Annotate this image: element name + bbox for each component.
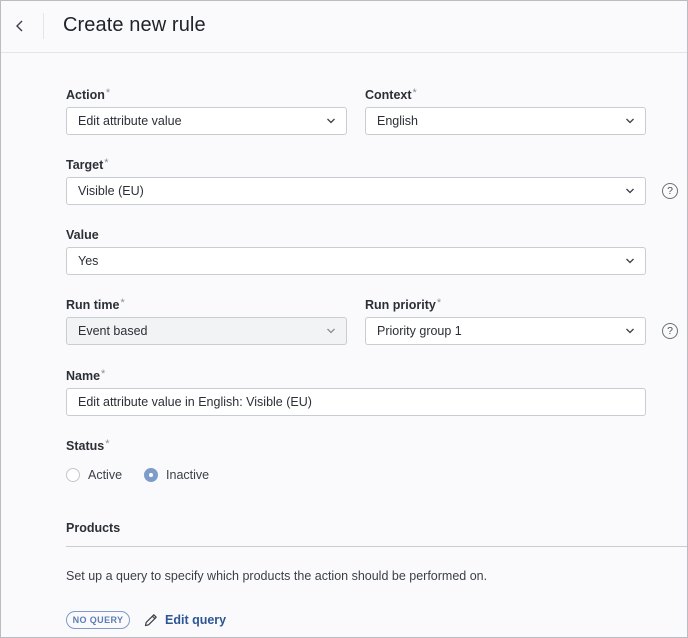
- chevron-down-icon: [626, 328, 634, 334]
- context-select-value: English: [377, 114, 418, 128]
- products-section-title: Products: [66, 521, 121, 535]
- page-header: Create new rule: [1, 1, 687, 53]
- edit-query-label: Edit query: [165, 613, 227, 627]
- header-divider: [43, 13, 44, 39]
- value-select[interactable]: Yes: [66, 247, 646, 275]
- chevron-down-icon: [626, 188, 634, 194]
- query-status-badge: NO QUERY: [66, 611, 130, 629]
- status-radio-group: Active Inactive: [66, 466, 231, 484]
- name-input-value: Edit attribute value in English: Visible…: [78, 395, 312, 409]
- radio-unchecked-icon: [66, 468, 80, 482]
- status-active-radio[interactable]: Active: [66, 468, 122, 482]
- page-title: Create new rule: [63, 14, 206, 36]
- status-inactive-radio[interactable]: Inactive: [144, 468, 209, 482]
- action-select[interactable]: Edit attribute value: [66, 107, 347, 135]
- back-button[interactable]: [9, 15, 31, 37]
- action-select-value: Edit attribute value: [78, 114, 182, 128]
- chevron-down-icon: [327, 328, 335, 334]
- name-input[interactable]: Edit attribute value in English: Visible…: [66, 388, 646, 416]
- edit-query-button[interactable]: Edit query: [143, 610, 226, 630]
- run-time-select-value: Event based: [78, 324, 148, 338]
- run-time-select[interactable]: Event based: [66, 317, 347, 345]
- target-select-value: Visible (EU): [78, 184, 144, 198]
- chevron-left-icon: [16, 20, 23, 32]
- run-priority-select[interactable]: Priority group 1: [365, 317, 646, 345]
- name-label: Name*: [66, 368, 106, 383]
- status-inactive-label: Inactive: [166, 468, 210, 482]
- rule-editor-window: Create new rule Action* Edit attribute v…: [0, 0, 688, 638]
- context-select[interactable]: English: [365, 107, 646, 135]
- value-select-value: Yes: [78, 254, 99, 268]
- status-active-label: Active: [88, 468, 123, 482]
- action-label: Action*: [66, 87, 111, 102]
- run-priority-label: Run priority*: [365, 297, 442, 312]
- chevron-down-icon: [327, 118, 335, 124]
- products-divider: [66, 546, 687, 547]
- target-select[interactable]: Visible (EU): [66, 177, 646, 205]
- run-time-label: Run time*: [66, 297, 125, 312]
- radio-checked-icon: [144, 468, 159, 482]
- chevron-down-icon: [626, 118, 634, 124]
- status-label: Status*: [66, 438, 110, 453]
- pencil-icon: [144, 614, 157, 627]
- run-priority-help-icon[interactable]: ?: [662, 323, 678, 339]
- target-help-icon[interactable]: ?: [662, 183, 678, 199]
- products-description: Set up a query to specify which products…: [66, 569, 488, 583]
- run-priority-select-value: Priority group 1: [377, 324, 462, 338]
- target-label: Target*: [66, 157, 109, 172]
- chevron-down-icon: [626, 258, 634, 264]
- value-label: Value: [66, 228, 99, 242]
- context-label: Context*: [365, 87, 417, 102]
